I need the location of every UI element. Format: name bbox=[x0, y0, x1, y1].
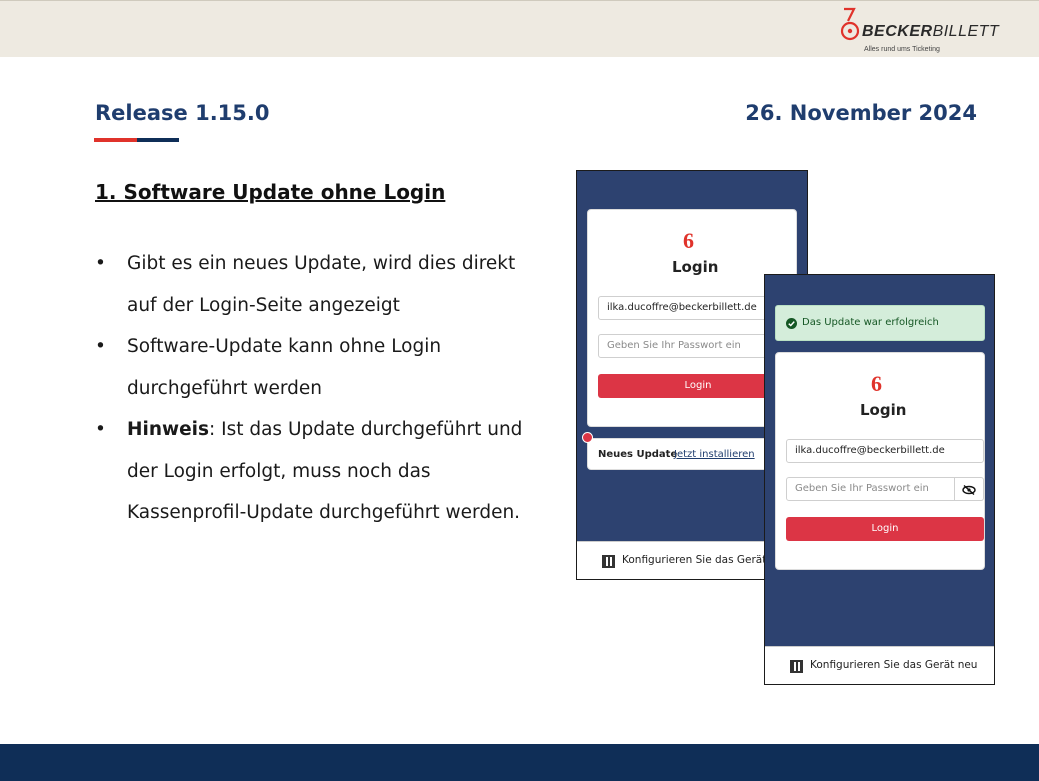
footer-bar bbox=[0, 744, 1039, 781]
becker-logo-icon bbox=[840, 7, 860, 41]
login-title: Login bbox=[672, 258, 719, 276]
becker-logo-icon: 6 bbox=[683, 228, 694, 253]
configure-device-bar[interactable]: Konfigurieren Sie das Gerät neu bbox=[765, 646, 994, 684]
section-title: 1. Software Update ohne Login bbox=[95, 180, 446, 204]
brand-tagline: Alles rund ums Ticketing bbox=[864, 46, 940, 53]
configure-device-label: Konfigurieren Sie das Gerät bbox=[622, 554, 767, 566]
update-label: Neues Update bbox=[598, 449, 678, 460]
eye-slash-icon bbox=[962, 484, 976, 496]
login-button[interactable]: Login bbox=[786, 517, 984, 541]
header-bar: BECKERBILLETT Alles rund ums Ticketing bbox=[0, 0, 1039, 57]
success-message: Das Update war erfolgreich bbox=[802, 317, 939, 328]
login-card: 6 Login ilka.ducoffre@beckerbillett.de G… bbox=[775, 352, 985, 570]
becker-logo-icon: 6 bbox=[871, 371, 882, 396]
release-date: 26. November 2024 bbox=[745, 101, 977, 125]
check-circle-icon bbox=[786, 318, 797, 329]
bullet-list: Gibt es ein neues Update, wird dies dire… bbox=[95, 243, 545, 534]
slide: BECKERBILLETT Alles rund ums Ticketing R… bbox=[0, 0, 1039, 781]
success-alert: Das Update war erfolgreich bbox=[775, 305, 985, 341]
configure-device-label: Konfigurieren Sie das Gerät neu bbox=[810, 659, 978, 671]
qr-code-icon bbox=[602, 555, 615, 568]
brand-logo: BECKERBILLETT Alles rund ums Ticketing bbox=[840, 7, 1000, 57]
bullet-item: Hinweis: Ist das Update durchgeführt und… bbox=[95, 409, 545, 534]
qr-code-icon bbox=[790, 660, 803, 673]
screenshot-update-success: Das Update war erfolgreich 6 Login ilka.… bbox=[764, 274, 995, 685]
email-field[interactable]: ilka.ducoffre@beckerbillett.de bbox=[786, 439, 984, 463]
toggle-password-visibility[interactable] bbox=[955, 477, 984, 501]
brand-name: BECKERBILLETT bbox=[862, 23, 1000, 40]
password-field[interactable]: Geben Sie Ihr Passwort ein bbox=[786, 477, 955, 501]
login-title: Login bbox=[860, 401, 907, 419]
notification-dot bbox=[582, 432, 593, 443]
title-accent-navy bbox=[137, 138, 179, 142]
bullet-item: Software-Update kann ohne Login durchgef… bbox=[95, 326, 545, 409]
release-version: Release 1.15.0 bbox=[95, 101, 270, 125]
bullet-item: Gibt es ein neues Update, wird dies dire… bbox=[95, 243, 545, 326]
title-accent-red bbox=[94, 138, 137, 142]
install-update-link[interactable]: Jetzt installieren bbox=[674, 449, 755, 460]
